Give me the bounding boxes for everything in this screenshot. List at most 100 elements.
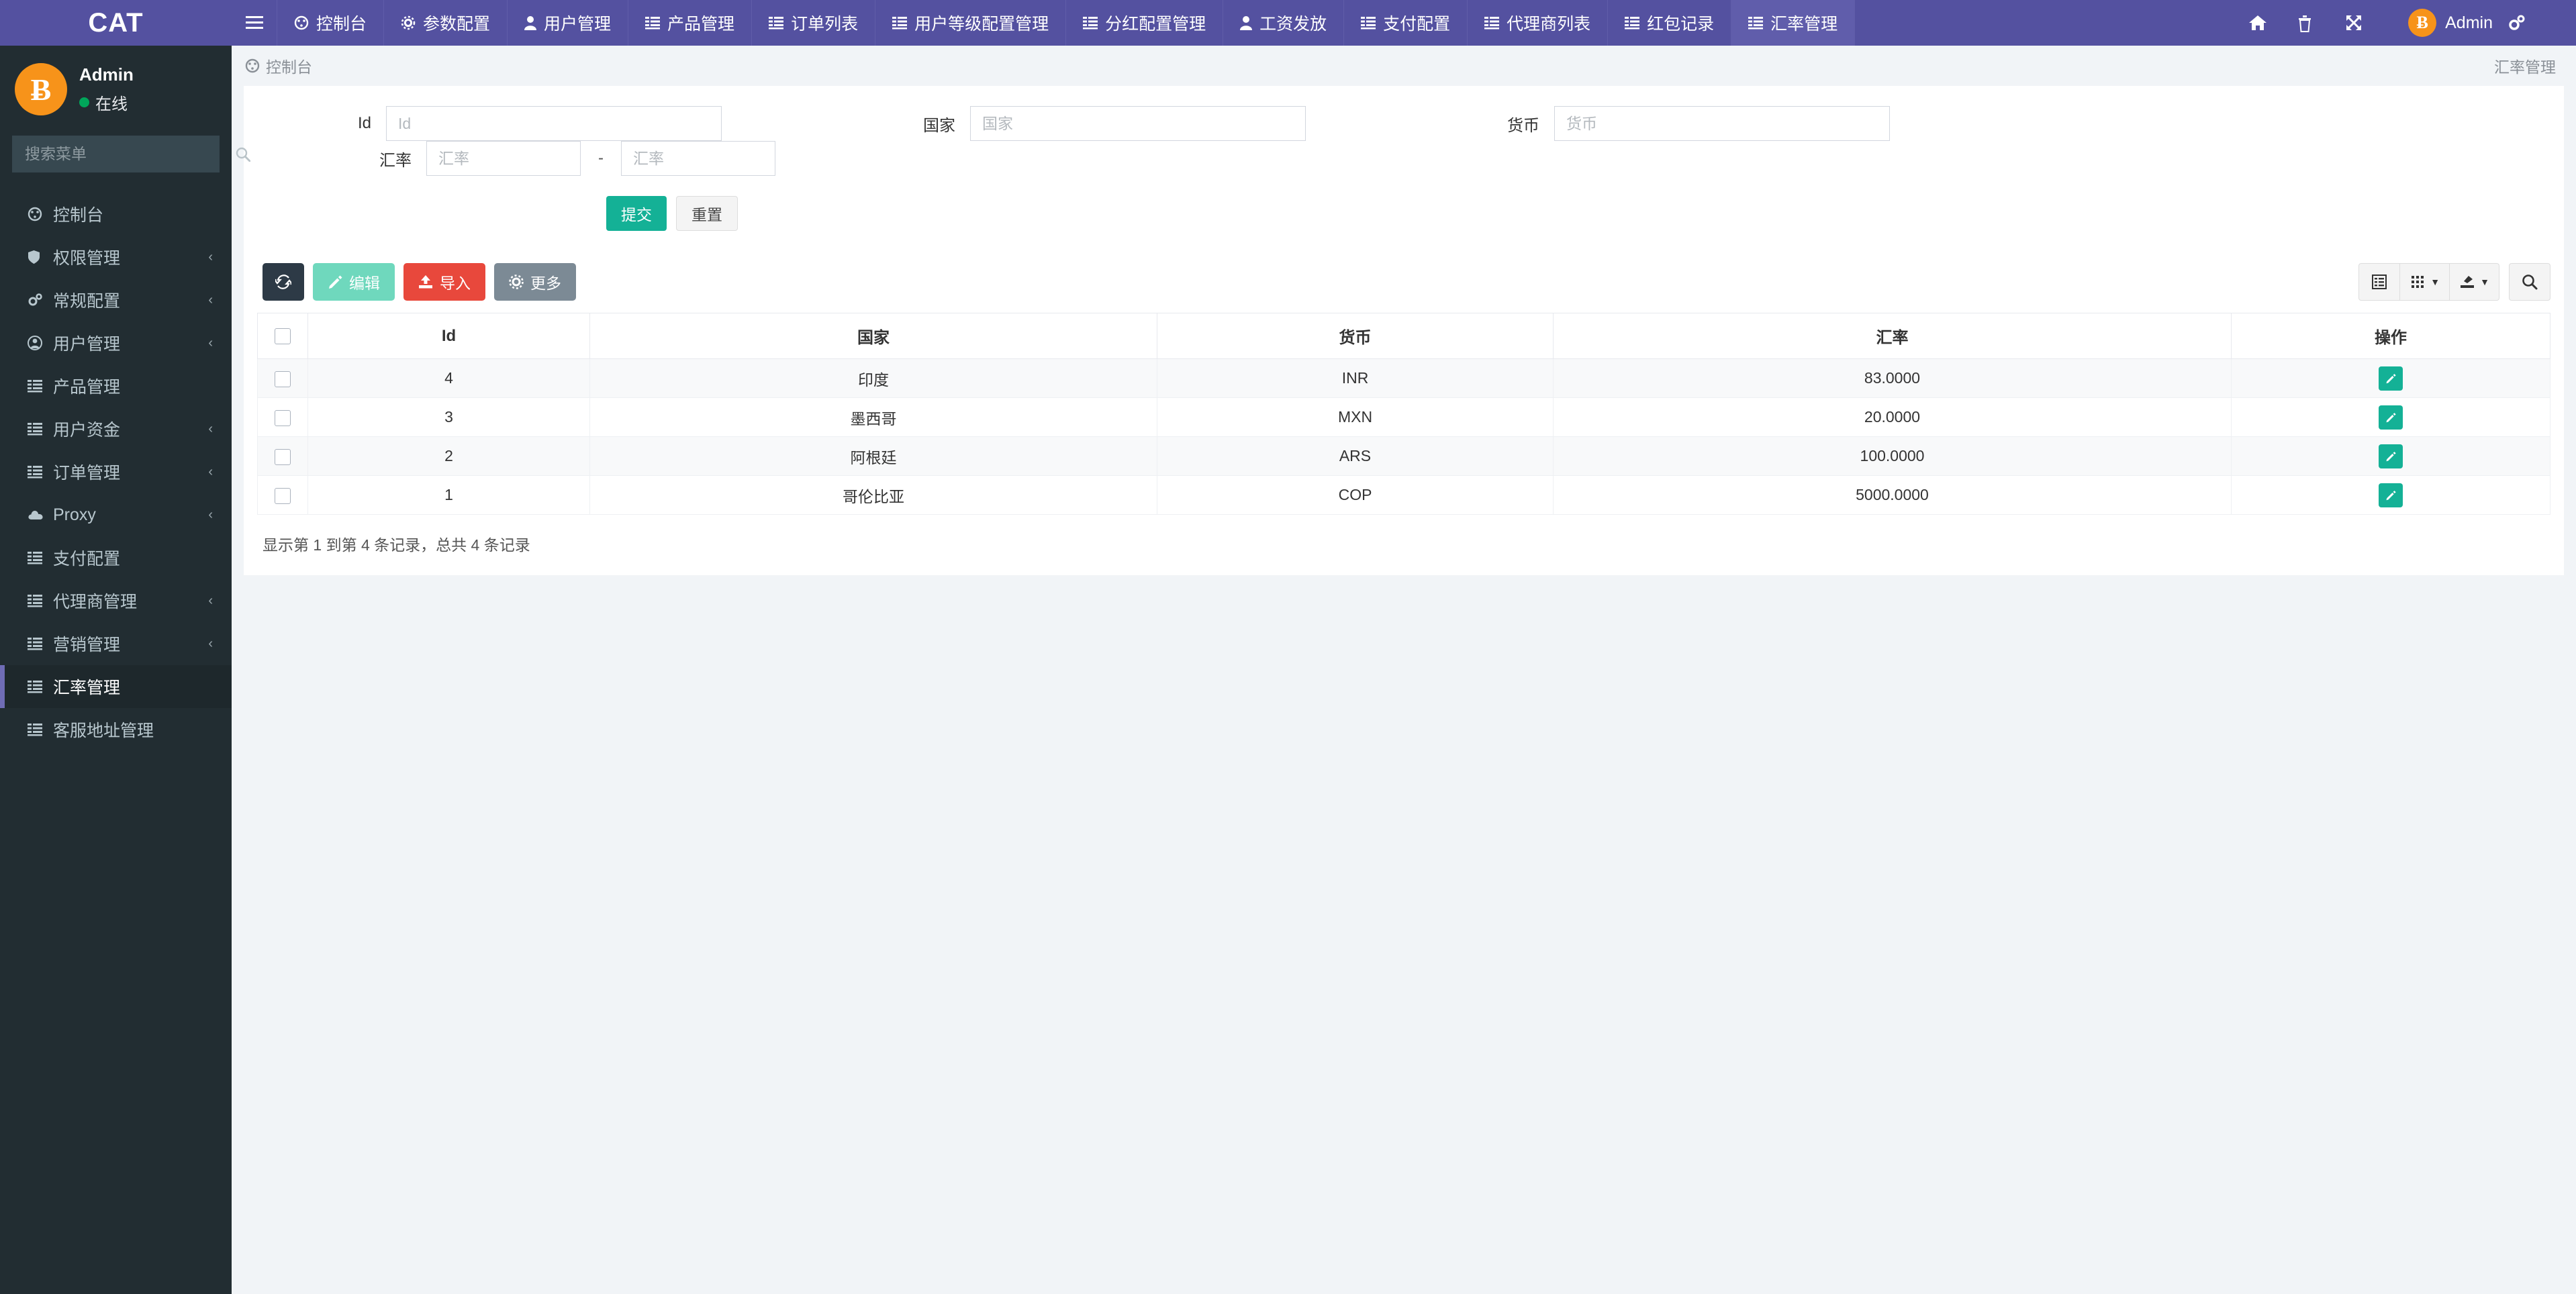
list-view-icon[interactable]	[2358, 263, 2401, 301]
sidebar-user-panel[interactable]: Ƀ Admin 在线	[0, 46, 232, 130]
list-icon	[28, 723, 53, 736]
user-icon	[524, 15, 537, 30]
table-row[interactable]: 2 阿根廷 ARS 100.0000	[257, 436, 2550, 476]
rate-from-input[interactable]	[426, 141, 581, 176]
top-tab-8[interactable]: 工资发放	[1223, 0, 1345, 46]
row-edit-button[interactable]	[2379, 366, 2403, 391]
export-icon[interactable]: ▼	[2450, 263, 2499, 301]
row-checkbox[interactable]	[275, 370, 291, 387]
cell-currency: COP	[1157, 475, 1554, 515]
search-icon[interactable]	[236, 136, 250, 172]
top-tab-7[interactable]: 分红配置管理	[1066, 0, 1224, 46]
more-button[interactable]: 更多	[494, 263, 576, 301]
filter-label-rate: 汇率	[379, 151, 412, 170]
table-row[interactable]: 3 墨西哥 MXN 20.0000	[257, 397, 2550, 437]
sidebar-item-3[interactable]: 常规配置 ‹	[0, 279, 232, 321]
edit-button[interactable]: 编辑	[313, 263, 395, 301]
filter-input-3[interactable]	[1554, 106, 1890, 141]
table-row[interactable]: 1 哥伦比亚 COP 5000.0000	[257, 475, 2550, 515]
list-icon	[28, 422, 53, 436]
row-edit-button[interactable]	[2379, 483, 2403, 507]
column-header-id[interactable]: Id	[307, 313, 590, 359]
top-tab-6[interactable]: 用户等级配置管理	[875, 0, 1067, 46]
sidebar-item-label: 权限管理	[53, 249, 121, 268]
table-body: 4 印度 INR 83.0000 3 墨西哥 MXN 20.0000 2 阿根廷 ARS 100.00…	[257, 358, 2550, 515]
top-tab-1[interactable]: 控制台	[277, 0, 385, 46]
main-content: 控制台 汇率管理 Id国家货币汇率- 提交 重置 编辑	[232, 46, 2576, 1294]
list-icon	[1083, 16, 1098, 30]
top-tab-2[interactable]: 参数配置	[384, 0, 508, 46]
top-tab-5[interactable]: 订单列表	[752, 0, 876, 46]
top-tab-11[interactable]: 红包记录	[1608, 0, 1732, 46]
row-edit-button[interactable]	[2379, 405, 2403, 430]
top-tab-3[interactable]: 用户管理	[508, 0, 629, 46]
filter-group-2: 国家	[828, 106, 1412, 141]
top-tab-label: 工资发放	[1259, 15, 1327, 34]
sidebar-item-4[interactable]: 用户管理 ‹	[0, 321, 232, 364]
top-tab-label: 控制台	[316, 15, 367, 34]
import-button[interactable]: 导入	[403, 263, 485, 301]
dashboard-icon	[294, 15, 309, 30]
filter-label: 国家	[923, 116, 955, 135]
list-icon	[28, 465, 53, 479]
trash-icon[interactable]	[2297, 14, 2345, 32]
table-row[interactable]: 4 印度 INR 83.0000	[257, 358, 2550, 398]
rate-to-input[interactable]	[621, 141, 775, 176]
reset-button[interactable]: 重置	[676, 196, 738, 231]
top-tab-9[interactable]: 支付配置	[1344, 0, 1468, 46]
table-search-button[interactable]	[2509, 263, 2550, 301]
row-checkbox[interactable]	[275, 409, 291, 426]
filter-input-2[interactable]	[970, 106, 1306, 141]
chevron-left-icon: ‹	[208, 507, 213, 522]
column-header-currency[interactable]: 货币	[1157, 313, 1554, 359]
cell-rate: 20.0000	[1553, 397, 2232, 437]
row-checkbox[interactable]	[275, 487, 291, 504]
filter-input-1[interactable]	[386, 106, 722, 141]
breadcrumb[interactable]: 控制台	[245, 54, 312, 77]
column-header-rate[interactable]: 汇率	[1553, 313, 2232, 359]
sidebar-item-11[interactable]: 营销管理 ‹	[0, 622, 232, 665]
sidebar-item-5[interactable]: 产品管理	[0, 364, 232, 407]
breadcrumb-bar: 控制台 汇率管理	[232, 46, 2576, 86]
sidebar-item-label: 代理商管理	[53, 593, 138, 611]
sidebar-item-9[interactable]: 支付配置	[0, 536, 232, 579]
fullscreen-icon[interactable]	[2345, 14, 2393, 32]
app-logo[interactable]: CAT	[0, 0, 232, 46]
gears-icon[interactable]	[2508, 14, 2556, 32]
top-tab-10[interactable]: 代理商列表	[1468, 0, 1609, 46]
toolbar-left-actions: 编辑 导入 更多	[263, 263, 576, 301]
sidebar-item-label: 汇率管理	[53, 679, 121, 697]
top-tab-4[interactable]: 产品管理	[628, 0, 753, 46]
cell-id: 2	[307, 436, 590, 476]
sidebar-toggle-button[interactable]	[232, 0, 277, 46]
submit-button[interactable]: 提交	[606, 196, 667, 231]
sidebar-item-12[interactable]: 汇率管理	[0, 665, 232, 708]
cell-country: 阿根廷	[589, 436, 1157, 476]
row-checkbox[interactable]	[275, 448, 291, 465]
user-menu[interactable]: Ƀ Admin	[2393, 9, 2508, 37]
sidebar-item-6[interactable]: 用户资金 ‹	[0, 407, 232, 450]
column-header-country[interactable]: 国家	[589, 313, 1157, 359]
sidebar-item-7[interactable]: 订单管理 ‹	[0, 450, 232, 493]
search-menu-input[interactable]	[13, 145, 236, 163]
columns-icon[interactable]: ▼	[2400, 263, 2450, 301]
breadcrumb-page-title: 汇率管理	[2494, 58, 2556, 76]
sidebar-item-13[interactable]: 客服地址管理	[0, 708, 232, 751]
toolbar-right-actions: ▼ ▼	[2358, 263, 2550, 301]
sidebar-item-8[interactable]: Proxy ‹	[0, 493, 232, 536]
chevron-left-icon: ‹	[208, 421, 213, 436]
top-tab-12[interactable]: 汇率管理	[1731, 0, 1856, 46]
top-tab-label: 订单列表	[791, 15, 859, 34]
top-tab-label: 产品管理	[667, 15, 735, 34]
sidebar-item-2[interactable]: 权限管理 ‹	[0, 236, 232, 279]
select-all-checkbox[interactable]	[275, 328, 291, 345]
row-edit-button[interactable]	[2379, 444, 2403, 468]
sidebar: Ƀ Admin 在线 控制台权限管理‹常规配置‹用户管理‹产品管理用户资金‹订单…	[0, 46, 250, 1294]
sidebar-item-1[interactable]: 控制台	[0, 193, 232, 236]
refresh-button[interactable]	[263, 263, 304, 301]
column-header-actions: 操作	[2231, 313, 2550, 359]
list-icon	[645, 16, 661, 30]
home-icon[interactable]	[2248, 14, 2297, 32]
sidebar-item-10[interactable]: 代理商管理 ‹	[0, 579, 232, 622]
row-select-cell	[257, 436, 308, 476]
